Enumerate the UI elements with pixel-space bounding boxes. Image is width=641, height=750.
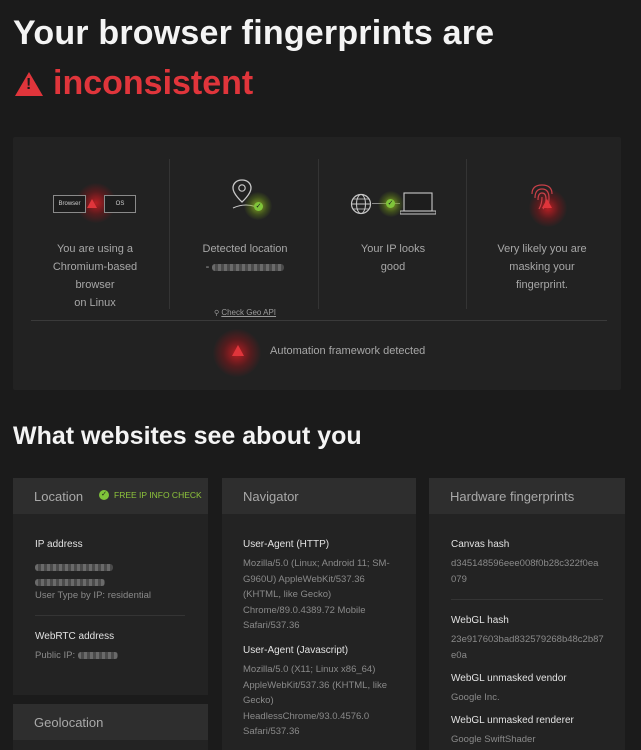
ip-check-text: Your IP looks good — [360, 243, 426, 273]
ua-http-value: Mozilla/5.0 (Linux; Android 11; SM- G960… — [243, 558, 390, 631]
ua-http-label: User-Agent (HTTP) — [243, 539, 330, 550]
webgl-hash-label: WebGL hash — [451, 615, 509, 626]
warning-triangle-icon — [87, 199, 97, 208]
divider — [31, 320, 607, 321]
ua-js-value: Mozilla/5.0 (X11; Linux x86_64) AppleWeb… — [243, 664, 387, 737]
laptop-icon — [400, 192, 436, 215]
browser-check-text: You are using a Chromium-based browser o… — [52, 243, 138, 309]
location-panel: Location ✓ FREE IP INFO CHECK IP address… — [13, 478, 208, 695]
location-panel-header: Location ✓ FREE IP INFO CHECK — [13, 478, 208, 514]
panel-title: Geolocation — [34, 715, 104, 730]
automation-text: Automation framework detected — [270, 345, 426, 357]
navigator-panel: Navigator User-Agent (HTTP) Mozilla/5.0 … — [222, 478, 416, 750]
globe-icon — [350, 193, 372, 215]
geolocation-panel: Geolocation — [13, 704, 208, 750]
ua-js-label: User-Agent (Javascript) — [243, 645, 349, 656]
location-icon: ✓ — [170, 159, 320, 229]
fingerprint-icon-wrap — [467, 159, 617, 229]
check-geo-api-link[interactable]: ⚲ Check Geo API — [170, 308, 320, 317]
status-text: inconsistent — [53, 64, 254, 102]
fingerprint-check-text: Very likely you are masking your fingerp… — [497, 243, 587, 291]
automation-alert: Automation framework detected — [213, 329, 479, 377]
section-title: What websites see about you — [13, 422, 362, 450]
webgl-vendor-label: WebGL unmasked vendor — [451, 673, 567, 684]
free-ip-info-check-link[interactable]: ✓ FREE IP INFO CHECK — [99, 490, 202, 500]
check-icon: ✓ — [386, 199, 395, 208]
check-icon: ✓ — [99, 490, 109, 500]
panel-title: Hardware fingerprints — [450, 489, 575, 504]
geolocation-panel-header: Geolocation — [13, 704, 208, 740]
os-chip: OS — [104, 195, 136, 213]
divider — [451, 599, 603, 600]
public-ip-value: Public IP: — [35, 648, 118, 664]
user-type-value: User Type by IP: residential — [35, 590, 151, 601]
canvas-hash-value: d345148596eee008f0b28c322f0ea 079 — [451, 558, 599, 585]
webgl-hash-value: 23e917603bad832579268b48c2b87 e0a — [451, 634, 604, 661]
canvas-hash-label: Canvas hash — [451, 539, 510, 550]
hardware-panel: Hardware fingerprints Canvas hash d34514… — [429, 478, 625, 750]
browser-chip: Browser — [53, 195, 86, 213]
fingerprint-check: Very likely you are masking your fingerp… — [467, 159, 617, 309]
panel-title: Location — [34, 489, 84, 504]
map-pin-icon: ⚲ — [213, 310, 220, 317]
webrtc-label: WebRTC address — [35, 631, 115, 642]
status-headline: inconsistent — [15, 64, 253, 103]
browser-check: Browser OS You are using a Chromium-base… — [20, 159, 170, 309]
webgl-renderer-value: Google SwiftShader — [451, 734, 536, 745]
location-check-text: Detected location - — [202, 243, 288, 273]
ip-check: ✓ Your IP looks good — [318, 159, 468, 309]
webgl-vendor-value: Google Inc. — [451, 692, 500, 703]
warning-triangle-icon — [232, 345, 244, 356]
summary-card: Browser OS You are using a Chromium-base… — [13, 137, 621, 390]
hardware-panel-header: Hardware fingerprints — [429, 478, 625, 514]
panel-title: Navigator — [243, 489, 299, 504]
check-icon: ✓ — [254, 202, 263, 211]
browser-os-icon: Browser OS — [20, 159, 170, 229]
warning-triangle-icon — [15, 71, 43, 96]
navigator-panel-header: Navigator — [222, 478, 416, 514]
redacted-location — [212, 263, 285, 271]
divider — [35, 615, 185, 616]
page-title: Your browser fingerprints are — [13, 14, 495, 52]
location-check: ✓ Detected location - ⚲ Check Geo API — [170, 159, 320, 317]
warning-triangle-icon — [542, 199, 552, 208]
ip-icon: ✓ — [318, 159, 468, 229]
ip-address-label: IP address — [35, 539, 83, 550]
webgl-renderer-label: WebGL unmasked renderer — [451, 715, 574, 726]
